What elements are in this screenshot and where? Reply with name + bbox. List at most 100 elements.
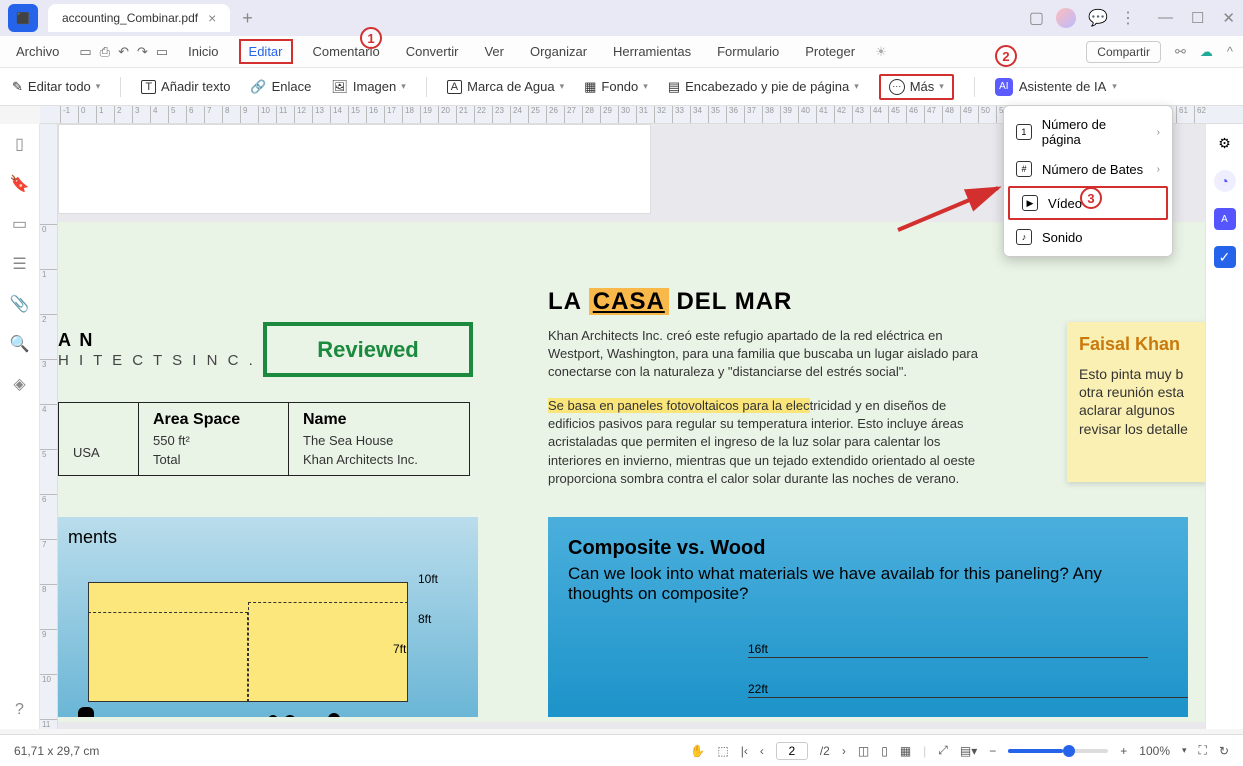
help-icon[interactable]: ?	[15, 701, 24, 719]
menu-ver[interactable]: Ver	[478, 41, 510, 62]
print-icon[interactable]: ⎙	[100, 44, 110, 60]
title-casa-highlight: CASA	[589, 288, 669, 315]
zoom-in-icon[interactable]: +	[1120, 744, 1127, 758]
translate-icon[interactable]: A	[1214, 208, 1236, 230]
dd-label: Número de Bates	[1042, 162, 1143, 177]
close-window-icon[interactable]: ✕	[1222, 9, 1235, 27]
paragraph-2: Se basa en paneles fotovoltaicos para la…	[548, 397, 988, 488]
window-square-icon[interactable]: ▢	[1029, 8, 1044, 28]
toolbar-collapse-icon[interactable]: ^	[1227, 44, 1233, 59]
marca-agua-label: Marca de Agua	[467, 79, 554, 94]
fullscreen-icon[interactable]: ⛶	[1199, 743, 1207, 758]
anadir-texto-label: Añadir texto	[161, 79, 230, 94]
chatbot-icon[interactable]: ◔	[1214, 170, 1236, 192]
view-mode-icon[interactable]: ▤▾	[960, 744, 977, 758]
menu-organizar[interactable]: Organizar	[524, 41, 593, 62]
share-link-icon[interactable]: ⚯	[1175, 44, 1186, 60]
label-10ft: 10ft	[418, 572, 438, 586]
cloud-icon[interactable]: ☁	[1200, 44, 1213, 60]
zoom-slider[interactable]	[1008, 749, 1108, 753]
dd-label: Sonido	[1042, 230, 1082, 245]
imagen-label: Imagen	[353, 79, 396, 94]
view-single-icon[interactable]: ▯	[881, 744, 888, 758]
kebab-menu-icon[interactable]: ⋮	[1120, 8, 1136, 28]
chevron-down-icon: ▾	[96, 81, 101, 92]
tab-title: accounting_Combinar.pdf	[62, 11, 198, 25]
info-table: USA Area Space 550 ft² Total Name The Se…	[58, 402, 470, 476]
menu-convertir[interactable]: Convertir	[400, 41, 465, 62]
editar-todo-button[interactable]: ✎ Editar todo ▾	[12, 79, 100, 95]
close-tab-icon[interactable]: ×	[208, 10, 216, 26]
encabezado-label: Encabezado y pie de página	[685, 79, 849, 94]
fondo-button[interactable]: ▦ Fondo ▾	[584, 79, 648, 95]
page-thumb-icon[interactable]: ▯	[15, 134, 24, 154]
anadir-texto-button[interactable]: T Añadir texto	[141, 79, 230, 94]
page-input[interactable]	[776, 742, 808, 760]
sliders-icon[interactable]: ⚙	[1214, 132, 1236, 154]
ai-icon: AI	[995, 78, 1013, 96]
menu-inicio[interactable]: Inicio	[182, 41, 224, 62]
select-tool-icon[interactable]: ⬚	[717, 744, 728, 758]
composite-panel: Composite vs. Wood Can we look into what…	[548, 517, 1188, 717]
chevron-down-icon[interactable]: ▾	[1182, 745, 1187, 756]
menu-archivo[interactable]: Archivo	[10, 41, 65, 62]
hand-tool-icon[interactable]: ✋	[690, 744, 705, 758]
edit-pencil-icon: ✎	[12, 79, 23, 95]
document-tab[interactable]: accounting_Combinar.pdf ×	[48, 4, 230, 32]
new-tab-button[interactable]: +	[242, 8, 253, 29]
view-thumb-icon[interactable]: ▦	[900, 744, 911, 758]
attachment-icon[interactable]: 📎	[10, 294, 30, 314]
zoom-value[interactable]: 100%	[1139, 744, 1170, 758]
zoom-out-icon[interactable]: −	[989, 744, 996, 758]
maximize-icon[interactable]: ☐	[1191, 9, 1204, 27]
save-icon[interactable]: ▭	[156, 44, 168, 60]
open-icon[interactable]: ▭	[79, 44, 91, 60]
next-page-icon[interactable]: ›	[842, 744, 846, 758]
encabezado-button[interactable]: ▤ Encabezado y pie de página ▾	[668, 79, 859, 95]
chevron-down-icon: ▾	[560, 81, 565, 92]
view-split-icon[interactable]: ◫	[858, 744, 869, 758]
label-22ft: 22ft	[748, 682, 768, 696]
imagen-button[interactable]: 🖼 Imagen ▾	[331, 79, 405, 95]
menu-editar[interactable]: Editar	[239, 39, 293, 64]
editar-todo-label: Editar todo	[28, 79, 91, 94]
sticky-note[interactable]: Faisal Khan Esto pinta muy b otra reunió…	[1067, 322, 1205, 482]
compartir-button[interactable]: Compartir	[1086, 41, 1161, 63]
hitects-text: H I T E C T S I N C .	[58, 352, 256, 369]
chevron-right-icon: ›	[1157, 164, 1160, 175]
menu-proteger[interactable]: Proteger	[799, 41, 861, 62]
layers-icon[interactable]: ◈	[13, 374, 25, 394]
prev-page-icon[interactable]: ‹	[760, 744, 764, 758]
fields-icon[interactable]: ☰	[12, 254, 26, 274]
dd-sonido[interactable]: ♪ Sonido	[1004, 222, 1172, 252]
enlace-button[interactable]: 🔗 Enlace	[250, 79, 311, 95]
marca-agua-button[interactable]: A Marca de Agua ▾	[447, 79, 564, 94]
minimize-icon[interactable]: —	[1158, 9, 1173, 27]
first-page-icon[interactable]: |‹	[741, 744, 748, 758]
dd-numero-bates[interactable]: # Número de Bates ›	[1004, 154, 1172, 184]
user-avatar-icon[interactable]	[1056, 8, 1076, 28]
mas-button[interactable]: ⋯ Más ▾	[879, 74, 954, 100]
dd-label: Número de página	[1042, 117, 1147, 147]
dd-numero-pagina[interactable]: 1 Número de página ›	[1004, 110, 1172, 154]
chat-icon[interactable]: 💬	[1088, 8, 1108, 28]
search-icon[interactable]: 🔍	[10, 334, 30, 354]
comment-panel-icon[interactable]: ▭	[12, 214, 27, 234]
bookmark-icon[interactable]: 🔖	[10, 174, 30, 194]
redo-icon[interactable]: ↷	[137, 44, 148, 60]
titlebar: ⬛ accounting_Combinar.pdf × + ▢ 💬 ⋮ — ☐ …	[0, 0, 1243, 36]
page-total: /2	[820, 744, 830, 758]
fit-width-icon[interactable]: ⤢	[938, 743, 948, 758]
ments-label: ments	[58, 517, 478, 558]
chevron-down-icon: ▾	[1112, 81, 1117, 92]
menu-formulario[interactable]: Formulario	[711, 41, 785, 62]
title-pre: LA	[548, 288, 589, 315]
theme-icon[interactable]: ☀	[875, 44, 887, 60]
menu-herramientas[interactable]: Herramientas	[607, 41, 697, 62]
check-icon[interactable]: ✓	[1214, 246, 1236, 268]
refresh-icon[interactable]: ↻	[1219, 744, 1229, 758]
asistente-ia-button[interactable]: AI Asistente de IA ▾	[995, 78, 1117, 96]
undo-icon[interactable]: ↶	[118, 44, 129, 60]
edit-toolbar: ✎ Editar todo ▾ T Añadir texto 🔗 Enlace …	[0, 68, 1243, 106]
page-number-icon: 1	[1016, 124, 1032, 140]
